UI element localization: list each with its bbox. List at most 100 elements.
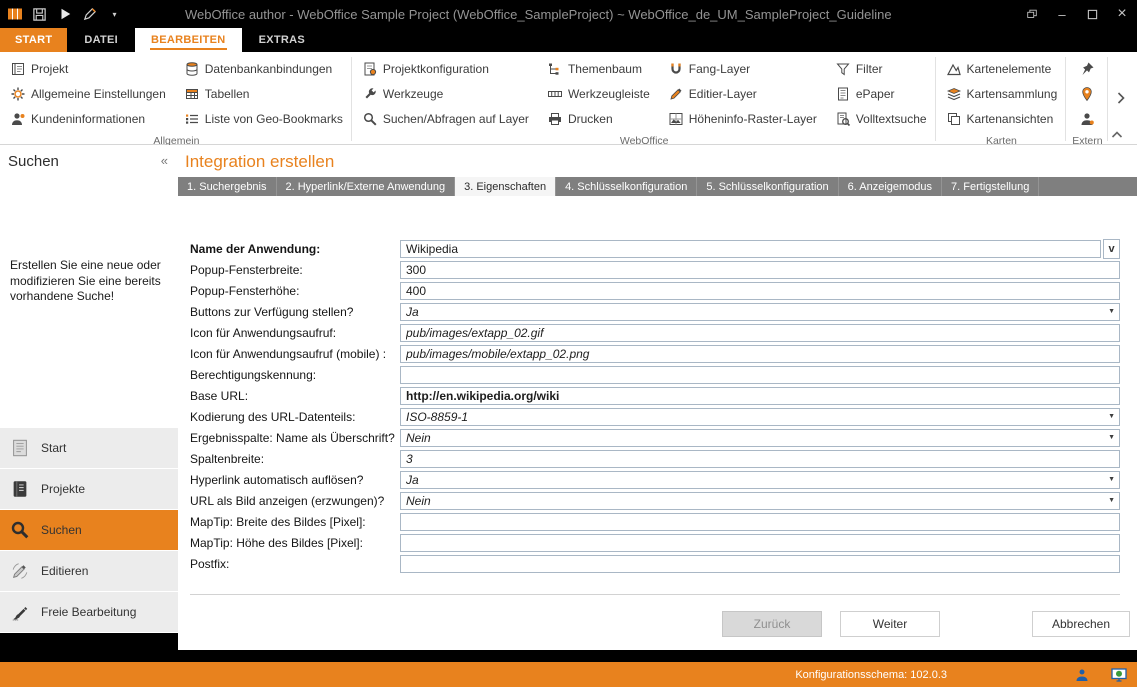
gear-icon: [10, 86, 26, 102]
postfix-input[interactable]: [401, 556, 1119, 572]
icon-path-input[interactable]: [401, 325, 1119, 341]
ribbon-item-extern-pin[interactable]: [1075, 56, 1099, 81]
dropdown-caret-icon[interactable]: ▼: [1104, 476, 1119, 483]
ribbon-item-epaper[interactable]: ePaper: [831, 81, 931, 106]
publish-pen-icon[interactable]: [81, 6, 98, 23]
form-row-hyperlink-resolve: Hyperlink automatisch auflösen? ▼: [178, 469, 1137, 490]
form-row-postfix: Postfix:: [178, 553, 1137, 574]
ribbon-item-projekt[interactable]: Projekt: [6, 56, 170, 81]
tab-extras[interactable]: EXTRAS: [244, 28, 320, 52]
hyperlink-resolve-select[interactable]: [401, 472, 1104, 488]
form-row-buttons-available: Buttons zur Verfügung stellen? ▼: [178, 301, 1137, 322]
ribbon-item-allgemeine-einstellungen[interactable]: Allgemeine Einstellungen: [6, 81, 170, 106]
back-button[interactable]: Zurück: [722, 611, 822, 637]
ribbon-item-editier-layer[interactable]: Editier-Layer: [664, 81, 821, 106]
wizard-tab-6[interactable]: 6. Anzeigemodus: [839, 177, 942, 196]
sidebar-item-start[interactable]: Start: [0, 428, 178, 468]
sidebar-item-suchen[interactable]: Suchen: [0, 510, 178, 550]
maptip-height-input[interactable]: [401, 535, 1119, 551]
tab-start[interactable]: START: [0, 28, 67, 52]
ribbon-item-fang-layer[interactable]: Fang-Layer: [664, 56, 821, 81]
url-encoding-select[interactable]: [401, 409, 1104, 425]
project-config-icon: [362, 61, 378, 77]
application-name-input[interactable]: [401, 241, 1100, 257]
popup-height-input[interactable]: [401, 283, 1119, 299]
maximize-button[interactable]: [1077, 0, 1107, 28]
sidebar-item-projekte[interactable]: Projekte: [0, 469, 178, 509]
ribbon-item-suchen-abfragen[interactable]: Suchen/Abfragen auf Layer: [358, 106, 533, 131]
ribbon-item-kartenelemente[interactable]: Kartenelemente: [942, 56, 1062, 81]
qat-customize-caret-icon[interactable]: ▾: [106, 6, 123, 23]
icon-path-mobile-input[interactable]: [401, 346, 1119, 362]
run-project-icon[interactable]: [56, 6, 73, 23]
statusbar: Konfigurationsschema: 102.0.3: [0, 662, 1137, 687]
ribbon-item-drucken[interactable]: Drucken: [543, 106, 654, 131]
ribbon-item-extern-geolocation[interactable]: [1075, 81, 1099, 106]
dropdown-caret-icon[interactable]: ▼: [1104, 497, 1119, 504]
field-label: Popup-Fensterhöhe:: [178, 284, 400, 298]
ribbon-group-extern: Extern: [1066, 54, 1106, 144]
popup-width-input[interactable]: [401, 262, 1119, 278]
collapse-ribbon-chevron-icon[interactable]: [1109, 127, 1125, 141]
wizard-tab-7[interactable]: 7. Fertigstellung: [942, 177, 1039, 196]
properties-form: Name der Anwendung: v Popup-Fensterbreit…: [178, 238, 1137, 574]
ribbon-item-kartensammlung[interactable]: Kartensammlung: [942, 81, 1062, 106]
cancel-button[interactable]: Abbrechen: [1032, 611, 1130, 637]
ribbon-item-themenbaum[interactable]: Themenbaum: [543, 56, 654, 81]
column-width-input[interactable]: [401, 451, 1119, 467]
sidebar-item-freie-bearbeitung[interactable]: Freie Bearbeitung: [0, 592, 178, 632]
toolbar-icon: [547, 86, 563, 102]
ribbon-item-datenbankanbindungen[interactable]: Datenbankanbindungen: [180, 56, 347, 81]
ribbon-item-hoeheninfo-raster[interactable]: Höheninfo-Raster-Layer: [664, 106, 821, 131]
wizard-tab-bar: 1. Suchergebnis 2. Hyperlink/Externe Anw…: [178, 177, 1137, 196]
ribbon-item-werkzeuge[interactable]: Werkzeuge: [358, 81, 533, 106]
ribbon-item-geo-bookmarks[interactable]: Liste von Geo-Bookmarks: [180, 106, 347, 131]
ribbon-item-projektkonfiguration[interactable]: Projektkonfiguration: [358, 56, 533, 81]
url-as-image-select[interactable]: [401, 493, 1104, 509]
restore-icon[interactable]: [1017, 0, 1047, 28]
next-button[interactable]: Weiter: [840, 611, 940, 637]
close-button[interactable]: ×: [1107, 0, 1137, 28]
form-row-popup-width: Popup-Fensterbreite:: [178, 259, 1137, 280]
maptip-width-input[interactable]: [401, 514, 1119, 530]
table-icon: [184, 86, 200, 102]
dropdown-caret-icon[interactable]: ▼: [1104, 413, 1119, 420]
field-label: MapTip: Breite des Bildes [Pixel]:: [178, 515, 400, 529]
magnet-icon: [668, 61, 684, 77]
form-row-result-column-header: Ergebnisspalte: Name als Überschrift? ▼: [178, 427, 1137, 448]
ribbon-group-allgemein: Projekt Allgemeine Einstellungen Kundeni…: [0, 54, 351, 144]
dropdown-caret-icon[interactable]: ▼: [1104, 434, 1119, 441]
buttons-available-select[interactable]: [401, 304, 1104, 320]
application-name-dropdown-button[interactable]: v: [1103, 239, 1120, 259]
tab-bearbeiten[interactable]: BEARBEITEN: [135, 28, 242, 52]
sidebar-item-editieren[interactable]: Editieren: [0, 551, 178, 591]
sidebar-description: Erstellen Sie eine neue oder modifiziere…: [10, 258, 164, 305]
wizard-tab-5[interactable]: 5. Schlüsselkonfiguration: [697, 177, 838, 196]
form-row-maptip-width: MapTip: Breite des Bildes [Pixel]:: [178, 511, 1137, 532]
wizard-tab-2[interactable]: 2. Hyperlink/Externe Anwendung: [277, 177, 456, 196]
ribbon-item-werkzeugleiste[interactable]: Werkzeugleiste: [543, 81, 654, 106]
result-column-header-select[interactable]: [401, 430, 1104, 446]
ribbon-item-kartenansichten[interactable]: Kartenansichten: [942, 106, 1062, 131]
permission-id-input[interactable]: [401, 367, 1119, 383]
form-row-column-width: Spaltenbreite:: [178, 448, 1137, 469]
ribbon-item-extern-user[interactable]: [1075, 106, 1099, 131]
wizard-tab-3[interactable]: 3. Eigenschaften: [455, 177, 556, 196]
form-row-base-url: Base URL:: [178, 385, 1137, 406]
base-url-input[interactable]: [401, 388, 1119, 404]
form-row-permission-id: Berechtigungskennung:: [178, 364, 1137, 385]
tab-datei[interactable]: DATEI: [69, 28, 133, 52]
dropdown-caret-icon[interactable]: ▼: [1104, 308, 1119, 315]
minimize-button[interactable]: –: [1047, 0, 1077, 28]
wizard-tab-1[interactable]: 1. Suchergebnis: [178, 177, 277, 196]
ribbon-item-kundeninformationen[interactable]: Kundeninformationen: [6, 106, 170, 131]
ribbon-scroll-right-icon[interactable]: [1116, 90, 1130, 106]
wizard-tab-4[interactable]: 4. Schlüsselkonfiguration: [556, 177, 697, 196]
ribbon-item-filter[interactable]: Filter: [831, 56, 931, 81]
ribbon-item-volltextsuche[interactable]: Volltextsuche: [831, 106, 931, 131]
field-label: Buttons zur Verfügung stellen?: [178, 305, 400, 319]
ribbon-item-tabellen[interactable]: Tabellen: [180, 81, 347, 106]
field-label: URL als Bild anzeigen (erzwungen)?: [178, 494, 400, 508]
sidebar-collapse-icon[interactable]: «: [161, 153, 168, 168]
save-icon[interactable]: [31, 6, 48, 23]
